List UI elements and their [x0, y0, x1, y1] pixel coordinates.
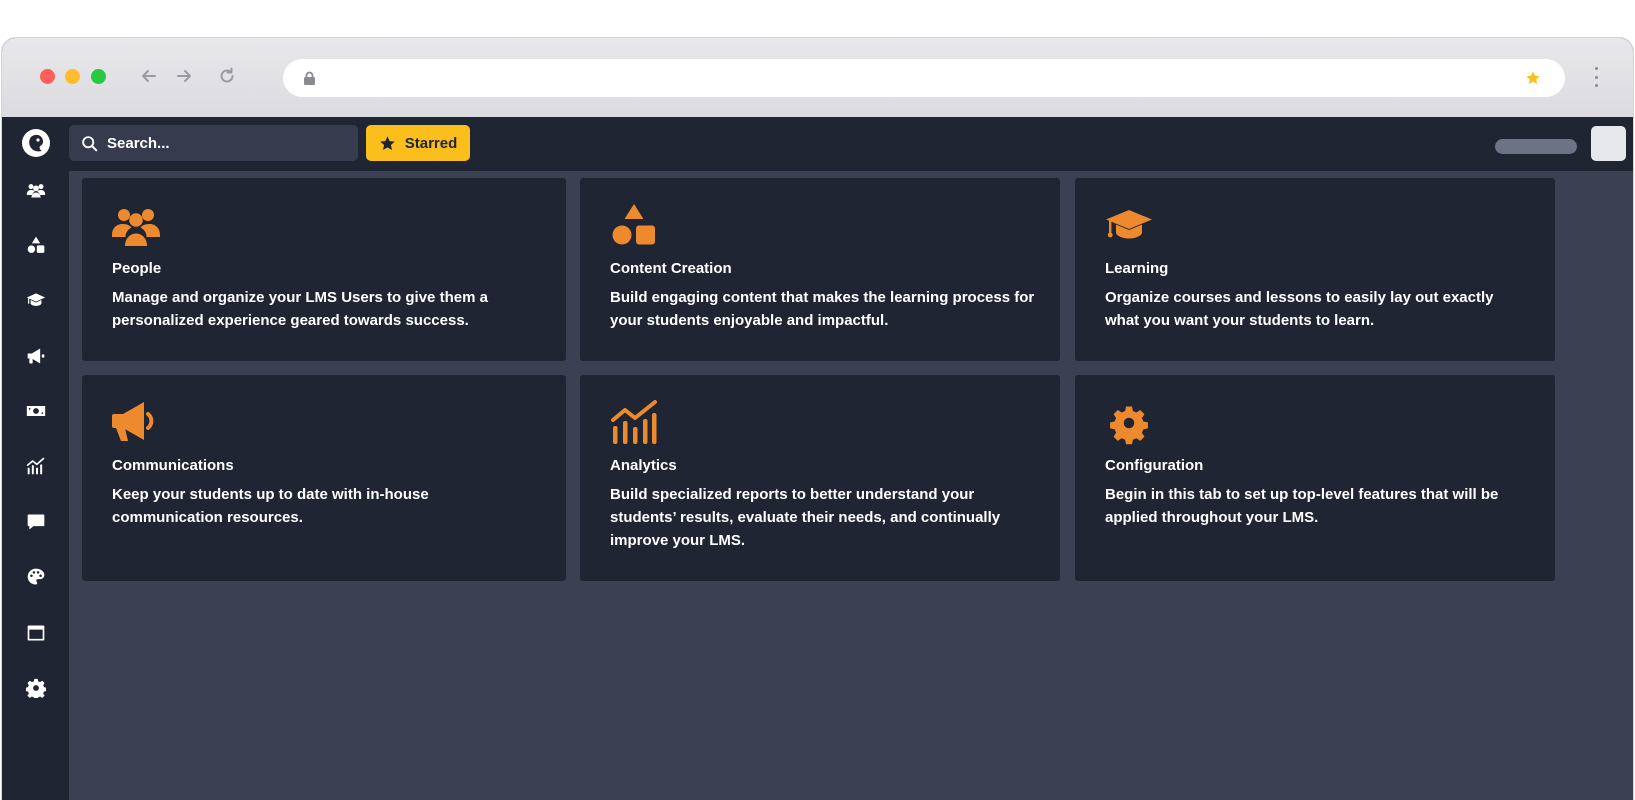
card-description: Build specialized reports to better unde…	[610, 486, 1001, 549]
gear-icon	[26, 678, 46, 698]
app-sidebar	[2, 117, 69, 800]
browser-toolbar	[2, 38, 1633, 117]
user-name-placeholder	[1495, 139, 1577, 154]
starred-label: Starred	[404, 134, 458, 152]
starred-button[interactable]: Starred	[366, 125, 470, 161]
sidebar-item-learning[interactable]	[25, 289, 47, 311]
sidebar-item-messages[interactable]	[25, 511, 47, 533]
star-icon	[380, 135, 395, 150]
card-configuration[interactable]: Configuration Begin in this tab to set u…	[1075, 375, 1555, 581]
sidebar-item-analytics[interactable]	[25, 455, 47, 477]
shapes-icon	[610, 202, 658, 250]
sidebar-item-content-creation[interactable]	[25, 234, 47, 256]
chat-icon	[27, 514, 45, 530]
lock-icon	[304, 71, 315, 85]
sidebar-item-pages[interactable]	[25, 622, 47, 644]
main-content: People Manage and organize your LMS User…	[69, 171, 1633, 800]
card-description: Keep your students up to date with in-ho…	[112, 486, 429, 526]
card-title: Communications	[112, 457, 234, 474]
card-description: Begin in this tab to set up top-level fe…	[1105, 486, 1499, 526]
card-description: Build engaging content that makes the le…	[610, 289, 1035, 329]
card-learning[interactable]: Learning Organize courses and lessons to…	[1075, 178, 1555, 361]
forward-arrow-icon[interactable]	[172, 64, 196, 88]
analytics-icon	[610, 399, 658, 447]
reload-icon[interactable]	[215, 64, 239, 88]
address-bar[interactable]	[283, 59, 1565, 97]
search-input[interactable]	[107, 134, 337, 152]
sidebar-item-communications[interactable]	[25, 345, 47, 367]
analytics-icon	[26, 457, 45, 475]
card-description: Manage and organize your LMS Users to gi…	[112, 289, 488, 329]
sidebar-item-themes[interactable]	[25, 566, 47, 588]
sidebar-item-configuration[interactable]	[25, 677, 47, 699]
palette-icon	[27, 568, 45, 585]
people-icon	[112, 202, 160, 250]
people-icon	[26, 184, 46, 198]
minimize-window-button[interactable]	[65, 69, 80, 84]
card-title: Analytics	[610, 457, 677, 474]
card-title: Learning	[1105, 260, 1169, 277]
card-content-creation[interactable]: Content Creation Build engaging content …	[580, 178, 1060, 361]
search-box[interactable]	[69, 125, 358, 161]
browser-window: Starred People Manage and organize your …	[2, 38, 1633, 800]
card-title: Configuration	[1105, 457, 1204, 474]
bookmark-star-icon[interactable]	[1525, 70, 1541, 86]
sidebar-item-people[interactable]	[25, 179, 47, 201]
back-arrow-icon[interactable]	[137, 64, 161, 88]
graduation-cap-icon	[26, 293, 46, 306]
megaphone-icon	[112, 399, 160, 447]
card-description: Organize courses and lessons to easily l…	[1105, 289, 1494, 329]
maximize-window-button[interactable]	[91, 69, 106, 84]
card-analytics[interactable]: Analytics Build specialized reports to b…	[580, 375, 1060, 581]
search-icon	[82, 135, 98, 151]
gear-icon	[1105, 399, 1153, 447]
shapes-icon	[27, 236, 45, 253]
card-title: Content Creation	[610, 260, 732, 277]
sidebar-item-payments[interactable]	[25, 400, 47, 422]
app-topbar: Starred	[69, 117, 1633, 171]
close-window-button[interactable]	[40, 69, 55, 84]
app-logo-icon[interactable]	[21, 128, 51, 158]
card-people[interactable]: People Manage and organize your LMS User…	[82, 178, 566, 361]
card-title: People	[112, 260, 162, 277]
money-icon	[26, 406, 46, 416]
card-communications[interactable]: Communications Keep your students up to …	[82, 375, 566, 581]
avatar[interactable]	[1591, 126, 1626, 161]
more-vertical-icon[interactable]	[1593, 67, 1599, 87]
window-icon	[27, 625, 45, 641]
megaphone-icon	[27, 348, 45, 364]
graduation-cap-icon	[1105, 202, 1153, 250]
